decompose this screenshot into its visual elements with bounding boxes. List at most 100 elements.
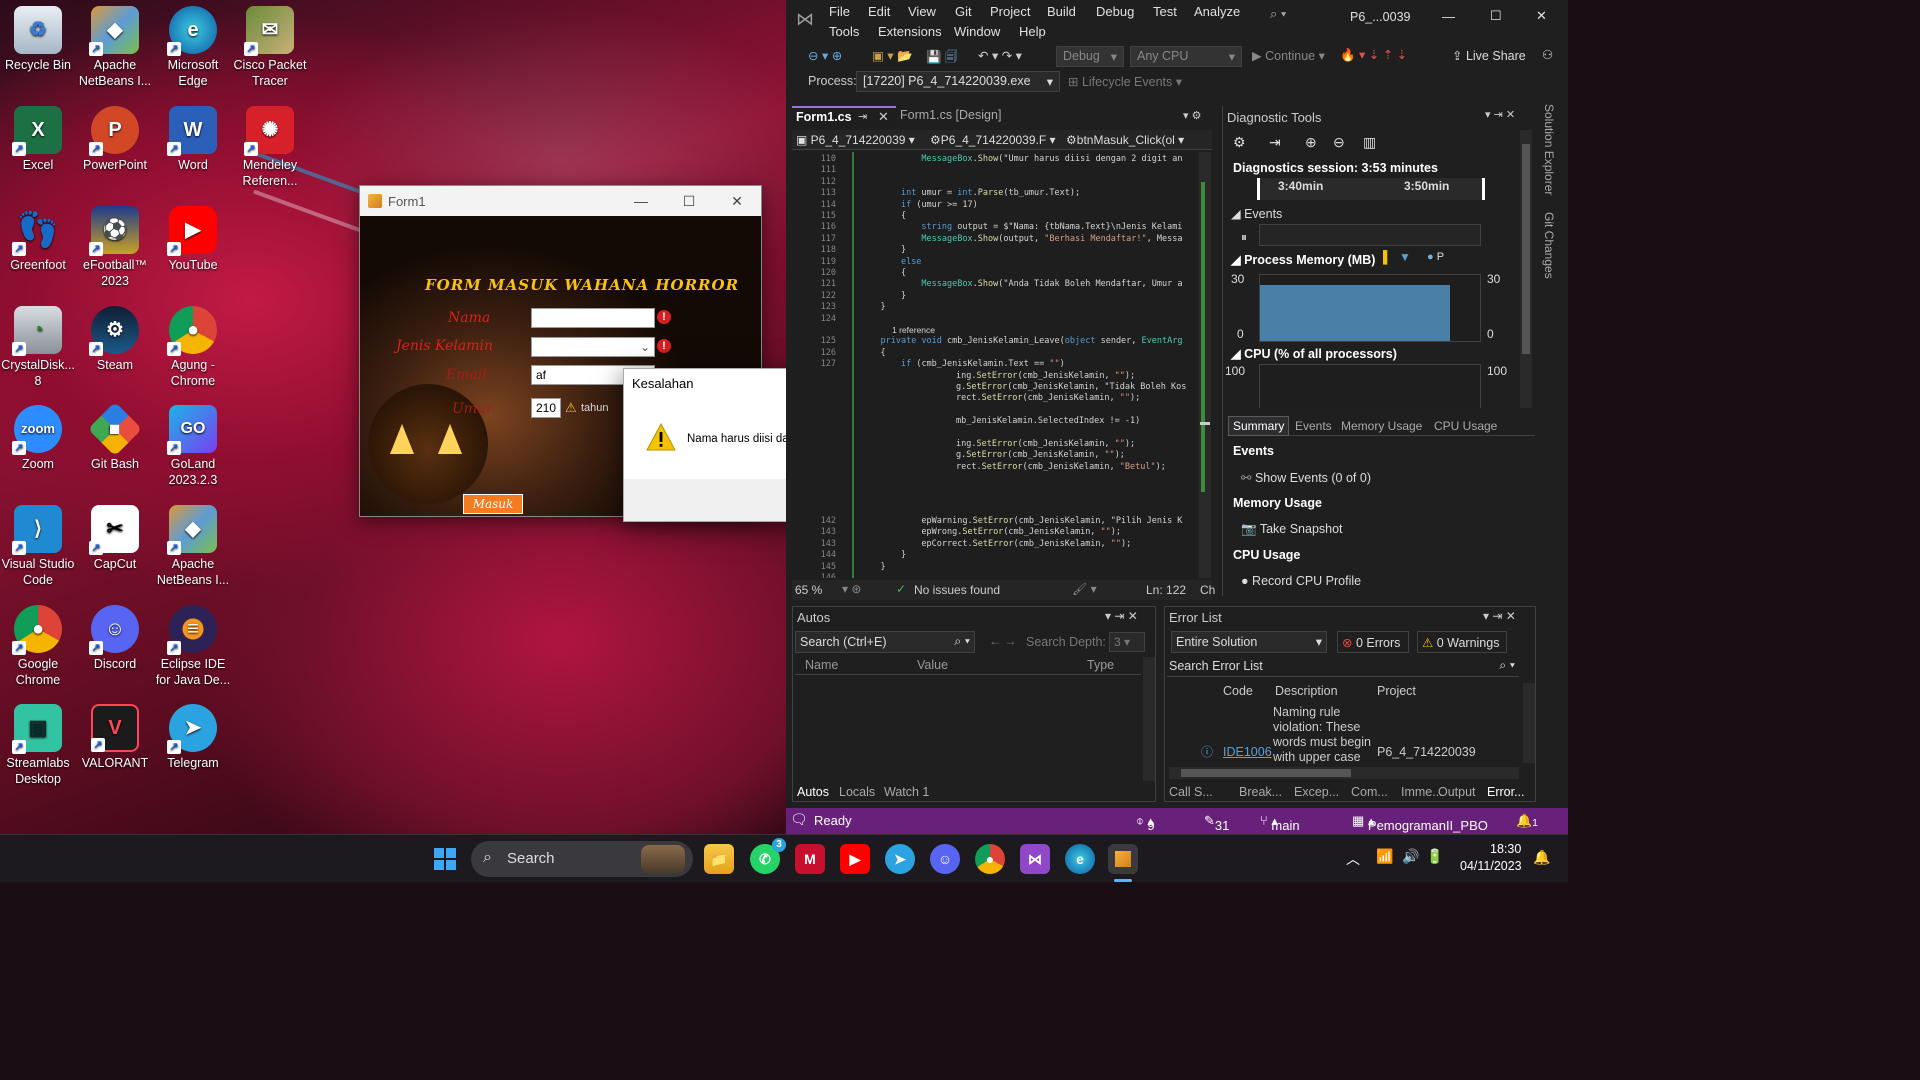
pin-icon[interactable]: ⇥ xyxy=(858,110,867,123)
notifications-icon[interactable]: 🔔 1 xyxy=(1516,813,1538,829)
nav-member-select[interactable]: ⚙btnMasuk_Click(ol ▾ xyxy=(1066,133,1184,147)
tab-cpu-usage[interactable]: CPU Usage xyxy=(1434,419,1497,433)
tab-autos[interactable]: Autos xyxy=(797,785,829,799)
close-icon[interactable]: ✕ xyxy=(713,193,761,210)
code-line[interactable]: g.SetError(cmb_JenisKelamin, "Tidak Bole… xyxy=(956,382,1186,392)
menu-analyze[interactable]: Analyze xyxy=(1194,4,1240,19)
wifi-icon[interactable]: 📶 xyxy=(1376,848,1393,865)
tab-summary[interactable]: Summary xyxy=(1228,416,1290,436)
code-line[interactable]: MessageBox.Show("Anda Tidak Boleh Mendaf… xyxy=(860,279,1182,289)
tab-call-stack[interactable]: Call S... xyxy=(1169,785,1213,799)
issues-status[interactable]: No issues found xyxy=(914,583,1000,597)
maximize-icon[interactable]: ☐ xyxy=(665,193,713,210)
codelens-reference[interactable]: 1 reference xyxy=(892,325,935,335)
maximize-icon[interactable]: ☐ xyxy=(1490,8,1502,24)
jenis-kelamin-select[interactable]: ⌄ xyxy=(531,337,655,357)
column-value[interactable]: Value xyxy=(917,658,948,672)
undo-icon[interactable]: ↶ ▾ ↷ ▾ xyxy=(978,48,1022,63)
taskbar-search[interactable]: ⌕ Search xyxy=(471,841,693,877)
desktop-icon-agung-chrome[interactable]: ↗ ● Agung - Chrome xyxy=(155,306,231,389)
navigate-back-icon[interactable]: ⊖ ▾ ⊕ xyxy=(808,48,842,63)
search-nav-arrows[interactable]: ← → xyxy=(989,634,1016,648)
youtube-icon[interactable]: ▶ xyxy=(840,844,870,874)
error-list-vscrollbar[interactable] xyxy=(1523,683,1535,763)
open-file-icon[interactable]: ▣ ▾ 📂 xyxy=(872,48,913,64)
git-repo[interactable]: ▦ PemogramanII_PBO ▴ xyxy=(1352,813,1488,833)
code-line[interactable]: { xyxy=(860,268,906,278)
battery-icon[interactable]: 🔋 xyxy=(1426,848,1443,865)
tab-locals[interactable]: Locals xyxy=(839,785,875,799)
close-icon[interactable]: ✕ xyxy=(1536,8,1547,24)
warnings-filter-button[interactable]: ⚠ 0 Warnings xyxy=(1417,631,1507,653)
volume-icon[interactable]: 🔊 xyxy=(1402,848,1419,865)
code-line[interactable]: } xyxy=(860,302,885,312)
panel-options-icon[interactable]: ▾ ⇥ ✕ xyxy=(1483,609,1516,623)
desktop-icon-valorant[interactable]: ↗ V VALORANT xyxy=(77,704,153,771)
zoom-in-icon[interactable]: ⊕ xyxy=(1305,134,1317,151)
desktop-icon-netbeans[interactable]: ↗ ◆ Apache NetBeans I... xyxy=(77,6,153,89)
tab-immediate[interactable]: Imme... xyxy=(1401,785,1443,799)
code-line[interactable]: { xyxy=(860,348,885,358)
code-line[interactable]: else xyxy=(860,257,921,267)
mcafee-icon[interactable]: M xyxy=(795,844,825,874)
diagnostics-scrollbar[interactable] xyxy=(1520,130,1532,408)
desktop-icon-vscode[interactable]: ↗ ⟩ Visual Studio Code xyxy=(0,505,76,588)
tab-memory-usage[interactable]: Memory Usage xyxy=(1341,419,1422,433)
form1-titlebar[interactable]: Form1 — ☐ ✕ xyxy=(360,186,761,216)
git-branch[interactable]: ⑂ main ▴ xyxy=(1260,813,1300,833)
error-search-input[interactable]: Search Error List ⌕ ▾ xyxy=(1167,655,1519,677)
autos-scrollbar[interactable] xyxy=(1143,657,1155,781)
error-code-link[interactable]: IDE1006 xyxy=(1223,745,1272,759)
record-cpu-link[interactable]: ● Record CPU Profile xyxy=(1241,574,1361,588)
brush-icon[interactable]: 🖌 ▾ xyxy=(1072,582,1097,596)
column-code[interactable]: Code xyxy=(1223,684,1253,698)
tab-events[interactable]: Events xyxy=(1295,419,1332,433)
pause-icon[interactable]: ⏸ xyxy=(1241,230,1247,245)
masuk-button[interactable]: Masuk xyxy=(463,494,523,514)
code-line[interactable]: int umur = int.Parse(tb_umur.Text); xyxy=(860,188,1080,198)
git-changes-tab[interactable]: Git Changes xyxy=(1542,212,1556,279)
code-line[interactable]: epCorrect.SetError(cmb_JenisKelamin, "")… xyxy=(860,539,1131,549)
start-windows-icon[interactable] xyxy=(430,844,460,874)
zoom-select[interactable]: 65 % xyxy=(795,583,822,597)
winforms-app-taskbar-icon[interactable] xyxy=(1108,844,1138,874)
edge-icon[interactable]: e xyxy=(1065,844,1095,874)
chrome-icon[interactable]: ● xyxy=(975,844,1005,874)
desktop-icon-capcut[interactable]: ↗ ✂ CapCut xyxy=(77,505,153,572)
tab-command[interactable]: Com... xyxy=(1351,785,1388,799)
take-snapshot-link[interactable]: 📷 Take Snapshot xyxy=(1241,522,1343,537)
desktop-icon-crystaldisk[interactable]: ↗ ◔ CrystalDisk... 8 xyxy=(0,306,76,389)
error-list-hscrollbar[interactable] xyxy=(1169,767,1519,779)
discord-icon[interactable]: ☺ xyxy=(930,844,960,874)
menu-help[interactable]: Help xyxy=(1019,24,1046,39)
menu-project[interactable]: Project xyxy=(990,4,1030,19)
code-editor[interactable]: 110 MessageBox.Show("Umur harus diisi de… xyxy=(794,152,1196,578)
column-type[interactable]: Type xyxy=(1087,658,1114,672)
tab-breakpoints[interactable]: Break... xyxy=(1239,785,1282,799)
visual-studio-icon[interactable]: ⋈ xyxy=(1020,844,1050,874)
code-line[interactable]: ing.SetError(cmb_JenisKelamin, ""); xyxy=(956,371,1135,381)
events-section-header[interactable]: ◢ Events xyxy=(1231,206,1282,221)
desktop-icon-greenfoot[interactable]: ↗ 👣 Greenfoot xyxy=(0,206,76,273)
desktop-icon-goland[interactable]: ↗ GO GoLand 2023.2.3 xyxy=(155,405,231,488)
errors-filter-button[interactable]: ⊗ 0 Errors xyxy=(1337,631,1409,653)
code-line[interactable]: private void cmb_JenisKelamin_Leave(obje… xyxy=(860,336,1182,346)
git-edits-counter[interactable]: ✎ 31 xyxy=(1204,813,1229,833)
code-line[interactable]: mb_JenisKelamin.SelectedIndex != -1) xyxy=(956,416,1140,426)
panel-options-icon[interactable]: ▾ ⇥ ✕ xyxy=(1485,108,1515,121)
search-icon[interactable]: ⌕ ▾ xyxy=(1270,6,1286,22)
settings-icon[interactable]: ⚙ xyxy=(1233,134,1246,151)
timeline-ruler[interactable]: 3:40min 3:50min xyxy=(1257,178,1485,200)
code-line[interactable]: { xyxy=(860,211,906,221)
desktop-icon-edge[interactable]: ↗ e Microsoft Edge xyxy=(155,6,231,89)
code-line[interactable]: } xyxy=(860,291,906,301)
close-tab-icon[interactable]: ✕ xyxy=(878,109,889,125)
code-line[interactable]: g.SetError(cmb_JenisKelamin, ""); xyxy=(956,450,1125,460)
desktop-icon-youtube[interactable]: ↗ ▶ YouTube xyxy=(155,206,231,273)
show-hidden-icons[interactable]: ︿ xyxy=(1346,849,1360,869)
tab-exceptions[interactable]: Excep... xyxy=(1294,785,1339,799)
desktop-icon-zoom[interactable]: ↗ zoom Zoom xyxy=(0,405,76,472)
code-line[interactable]: MessageBox.Show("Umur harus diisi dengan… xyxy=(860,154,1182,164)
show-events-link[interactable]: ⚯ Show Events (0 of 0) xyxy=(1241,470,1371,485)
column-project[interactable]: Project xyxy=(1377,684,1416,698)
